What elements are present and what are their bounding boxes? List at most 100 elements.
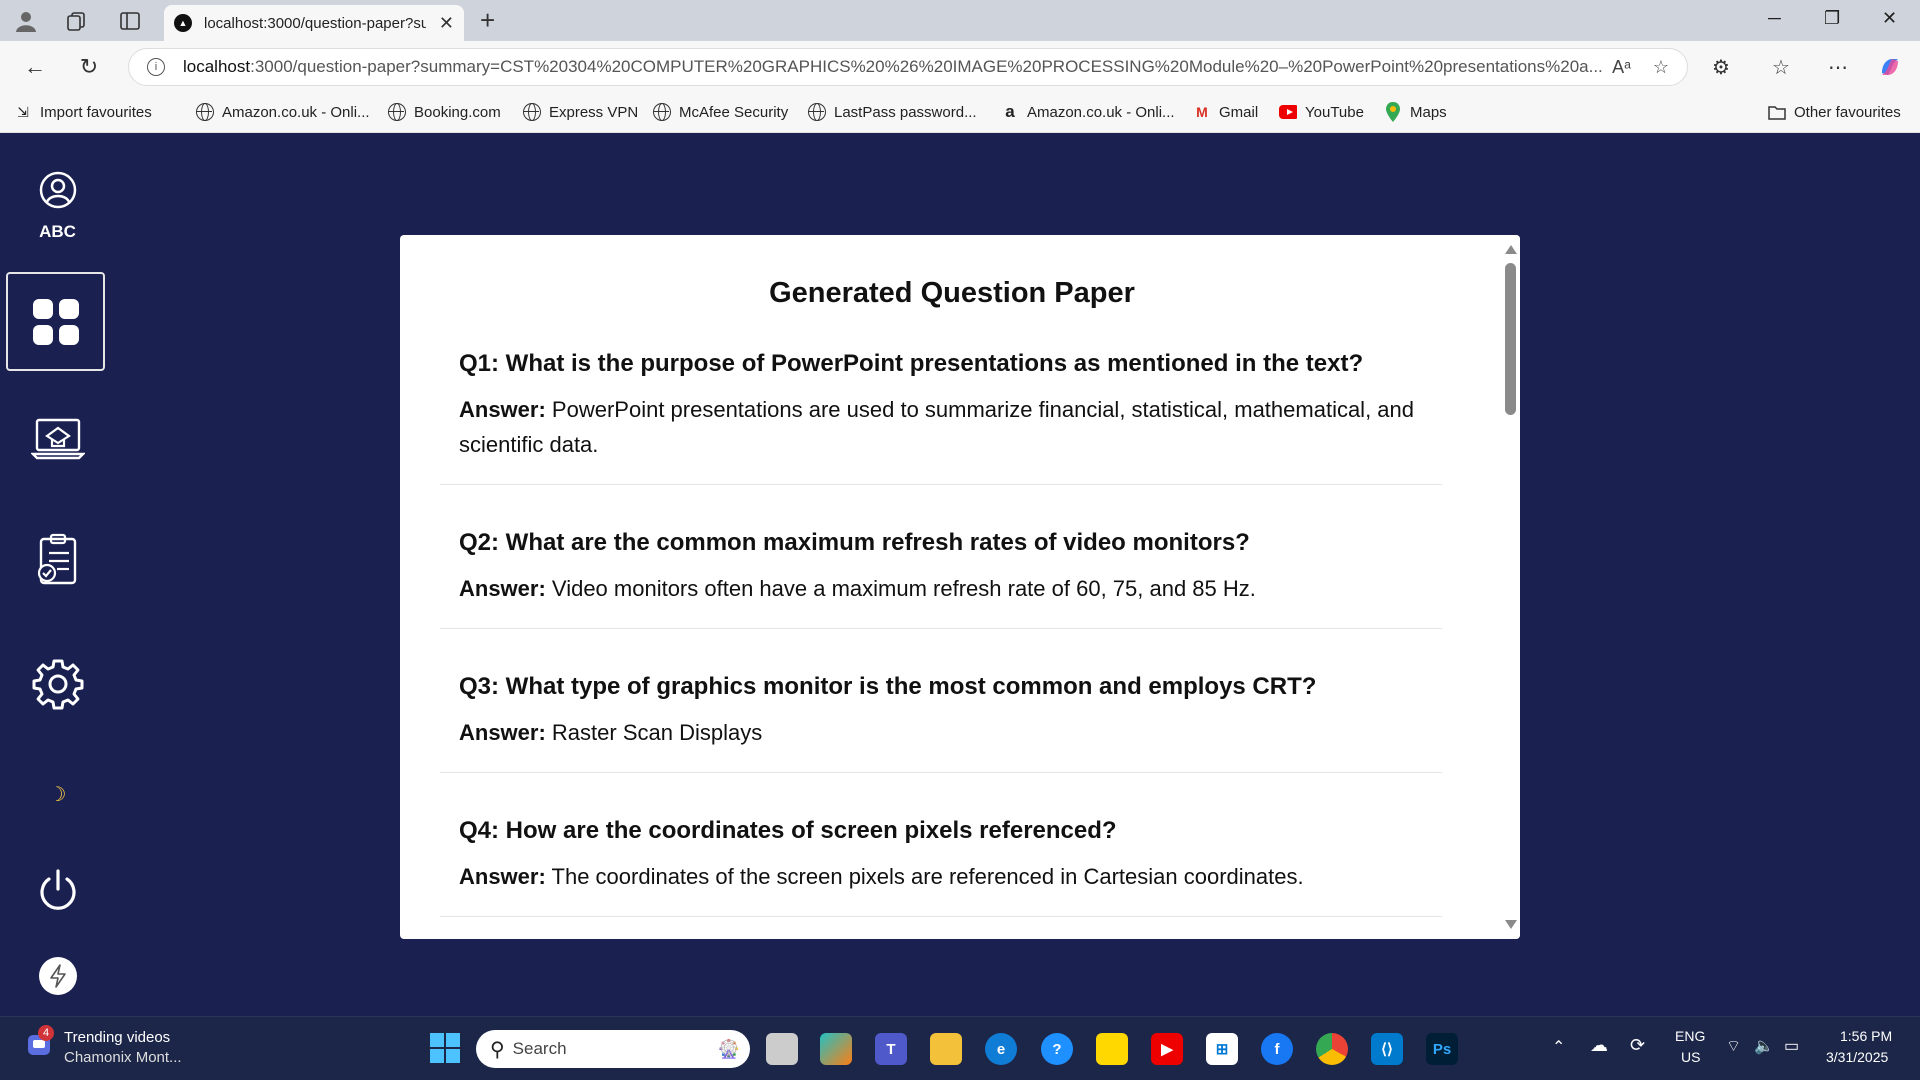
- question-item: Q1: What is the purpose of PowerPoint pr…: [440, 350, 1442, 485]
- extensions-icon[interactable]: ⚙: [1712, 55, 1730, 80]
- sidebar-item-settings[interactable]: [5, 657, 110, 711]
- url-field[interactable]: i localhost:3000/question-paper?summary=…: [128, 48, 1688, 86]
- favourite-label: Amazon.co.uk - Onli...: [1027, 103, 1175, 121]
- copilot-icon[interactable]: [1878, 55, 1902, 85]
- exam-icon: [30, 418, 85, 460]
- globe-icon: [523, 103, 541, 121]
- other-favourites[interactable]: Other favourites: [1768, 103, 1901, 121]
- volume-icon[interactable]: 🔈: [1754, 1036, 1774, 1056]
- address-bar-row: ← ↻ i localhost:3000/question-paper?summ…: [0, 41, 1920, 93]
- start-button[interactable]: [430, 1033, 460, 1063]
- favourite-maps[interactable]: Maps: [1384, 102, 1447, 122]
- folder-icon: [1768, 103, 1786, 121]
- clock-time[interactable]: 1:56 PM: [1840, 1028, 1892, 1044]
- answer-text: Answer: PowerPoint presentations are use…: [459, 397, 1415, 457]
- favourite-label: Maps: [1410, 103, 1447, 121]
- question-paper-content[interactable]: Generated Question Paper Q1: What is the…: [400, 235, 1500, 939]
- favourite-mcafee[interactable]: McAfee Security: [653, 103, 788, 121]
- bolt-icon: [38, 957, 77, 995]
- region-indicator: US: [1681, 1049, 1701, 1065]
- tray-chevron-icon[interactable]: ⌃: [1552, 1037, 1565, 1057]
- youtube-icon: [1279, 103, 1297, 121]
- globe-icon: [388, 103, 406, 121]
- vertical-tabs-icon[interactable]: [118, 9, 142, 33]
- sidebar-item-dashboard[interactable]: [6, 272, 105, 371]
- favourite-gmail[interactable]: M Gmail: [1193, 103, 1258, 121]
- widgets-button[interactable]: 4: [26, 1025, 54, 1057]
- widget-title: Trending videos: [64, 1029, 171, 1046]
- help-icon[interactable]: ?: [1041, 1033, 1073, 1065]
- scroll-thumb[interactable]: [1505, 263, 1516, 415]
- windows-taskbar: 4 Trending videos Chamonix Mont... ⚲ Sea…: [0, 1016, 1920, 1080]
- new-tab-button[interactable]: +: [480, 7, 495, 33]
- favourite-youtube[interactable]: YouTube: [1279, 103, 1364, 121]
- answer-text: Answer: The coordinates of the screen pi…: [459, 864, 1304, 889]
- favourite-label: LastPass password...: [834, 103, 977, 121]
- active-tab[interactable]: ▲ localhost:3000/question-paper?su ✕: [164, 5, 464, 41]
- sticky-notes-icon[interactable]: [1096, 1033, 1128, 1065]
- question-paper-panel: Generated Question Paper Q1: What is the…: [400, 235, 1520, 939]
- sidebar-item-checklist[interactable]: [5, 533, 110, 587]
- chrome-icon[interactable]: [1316, 1033, 1348, 1065]
- amazon-icon: a: [1005, 102, 1015, 121]
- back-button[interactable]: ←: [22, 54, 48, 80]
- profile-icon[interactable]: [14, 9, 38, 33]
- vertical-scrollbar[interactable]: [1500, 235, 1520, 939]
- workspaces-icon[interactable]: [64, 9, 88, 33]
- favourites-bar: ⇲ Import favourites Amazon.co.uk - Onli.…: [0, 93, 1920, 133]
- sidebar-item-exam[interactable]: [5, 410, 110, 464]
- more-menu-icon[interactable]: ⋯: [1828, 55, 1848, 80]
- favourite-import[interactable]: ⇲ Import favourites: [14, 103, 152, 121]
- question-item: Q2: What are the common maximum refresh …: [440, 529, 1442, 629]
- site-info-icon[interactable]: i: [147, 58, 165, 76]
- user-label: ABC: [39, 222, 76, 241]
- facebook-icon[interactable]: f: [1261, 1033, 1293, 1065]
- favourite-star-icon[interactable]: ☆: [1653, 57, 1669, 78]
- question-item: Q4: How are the coordinates of screen pi…: [440, 817, 1442, 917]
- quick-action-button[interactable]: [5, 956, 110, 996]
- close-window-button[interactable]: ✕: [1882, 8, 1897, 29]
- sidebar-item-logout[interactable]: [5, 867, 110, 913]
- favourite-expressvpn[interactable]: Express VPN: [523, 103, 638, 121]
- file-explorer-icon[interactable]: [930, 1033, 962, 1065]
- vscode-icon[interactable]: ⟨⟩: [1371, 1033, 1403, 1065]
- teams-icon[interactable]: T: [875, 1033, 907, 1065]
- refresh-button[interactable]: ↻: [76, 54, 102, 80]
- search-placeholder: Search: [512, 1039, 567, 1058]
- app-root: ABC ☽ Generated Question Paper Q1: What …: [5, 134, 1915, 1016]
- gmail-icon: M: [1196, 104, 1208, 120]
- restore-button[interactable]: ❐: [1824, 8, 1840, 29]
- task-view-icon[interactable]: [766, 1033, 798, 1065]
- photoshop-icon[interactable]: Ps: [1426, 1033, 1458, 1065]
- copilot-app-icon[interactable]: [820, 1033, 852, 1065]
- favourite-amazon-2[interactable]: a Amazon.co.uk - Onli...: [1001, 102, 1175, 121]
- favourites-icon[interactable]: ☆: [1772, 55, 1790, 80]
- battery-icon[interactable]: ▭: [1784, 1036, 1799, 1056]
- taskbar-search[interactable]: ⚲ Search 🎡: [476, 1030, 750, 1068]
- scroll-down-arrow-icon[interactable]: [1505, 920, 1517, 929]
- favourite-amazon[interactable]: Amazon.co.uk - Onli...: [196, 103, 370, 121]
- favourite-label: Amazon.co.uk - Onli...: [222, 103, 370, 121]
- edge-icon[interactable]: e: [985, 1033, 1017, 1065]
- tab-title: localhost:3000/question-paper?su: [204, 14, 426, 32]
- minimize-button[interactable]: ─: [1768, 8, 1781, 29]
- sync-icon[interactable]: ⟳: [1630, 1035, 1645, 1056]
- user-avatar-icon[interactable]: [5, 170, 110, 210]
- favourite-label: Express VPN: [549, 103, 639, 121]
- sidebar-item-theme[interactable]: ☽: [5, 782, 110, 806]
- wifi-icon[interactable]: ⌔: [1726, 1036, 1741, 1056]
- other-favourites-label: Other favourites: [1794, 103, 1901, 121]
- youtube-app-icon[interactable]: ▶: [1151, 1033, 1183, 1065]
- close-tab-icon[interactable]: ✕: [439, 13, 454, 34]
- store-icon[interactable]: ⊞: [1206, 1033, 1238, 1065]
- onedrive-icon[interactable]: ☁: [1590, 1035, 1608, 1056]
- language-indicator[interactable]: ENG: [1675, 1028, 1705, 1044]
- clock-date: 3/31/2025: [1826, 1049, 1889, 1065]
- search-highlight-icon: 🎡: [717, 1038, 740, 1059]
- favourite-booking[interactable]: Booking.com: [388, 103, 501, 121]
- scroll-up-arrow-icon[interactable]: [1505, 245, 1517, 254]
- favourite-lastpass[interactable]: LastPass password...: [808, 103, 977, 121]
- read-aloud-icon[interactable]: Aᵃ: [1612, 57, 1631, 78]
- question-item: Q3: What type of graphics monitor is the…: [440, 673, 1442, 773]
- sidebar: ABC ☽: [5, 134, 110, 1016]
